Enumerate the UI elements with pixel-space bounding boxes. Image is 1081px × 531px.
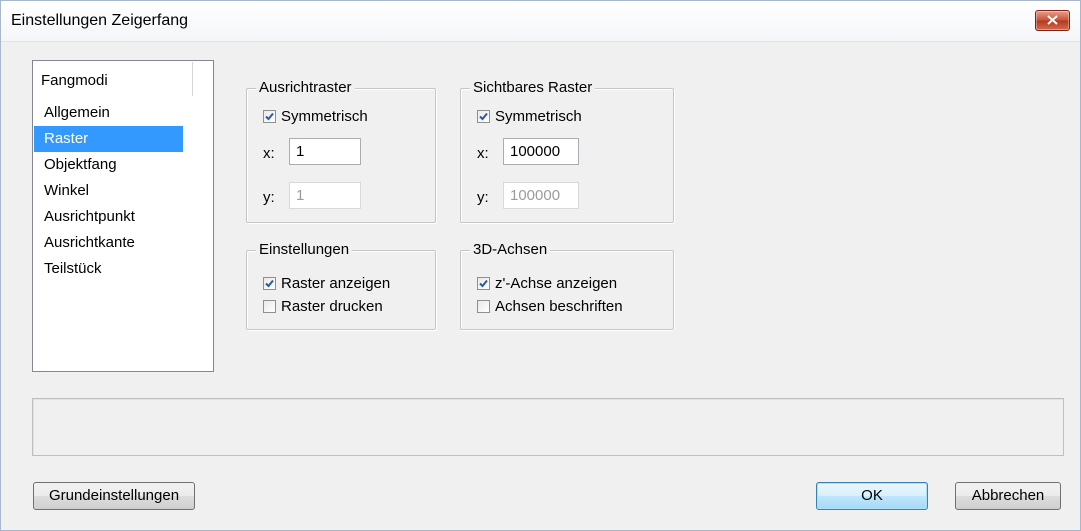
- grundeinstellungen-button[interactable]: Grundeinstellungen: [33, 482, 195, 510]
- ausrichtraster-group: Ausrichtraster Symmetrisch x: 1 y: 1: [246, 79, 436, 223]
- cancel-button[interactable]: Abbrechen: [955, 482, 1061, 510]
- ok-button[interactable]: OK: [816, 482, 928, 510]
- info-panel: [32, 398, 1064, 456]
- label-axes-label: Achsen beschriften: [495, 297, 623, 315]
- list-item-ausrichtpunkt[interactable]: Ausrichtpunkt: [34, 204, 183, 230]
- sichtbares-raster-y-label: y:: [477, 189, 489, 206]
- ausrichtraster-y-input[interactable]: 1: [289, 182, 361, 209]
- list-item-allgemein[interactable]: Allgemein: [34, 100, 183, 126]
- sichtbares-raster-group: Sichtbares Raster Symmetrisch x: 100000 …: [460, 79, 674, 223]
- sichtbares-raster-symmetric-checkbox[interactable]: [477, 109, 490, 123]
- title-bar[interactable]: Einstellungen Zeigerfang: [1, 1, 1080, 42]
- einstellungen-group: Einstellungen Raster anzeigen Raster dru…: [246, 241, 436, 330]
- sichtbares-raster-x-input[interactable]: 100000: [503, 138, 579, 165]
- sichtbares-raster-symmetric-row[interactable]: Symmetrisch: [477, 106, 582, 126]
- sichtbares-raster-legend: Sichtbares Raster: [470, 79, 596, 97]
- show-z-axis-label: z'-Achse anzeigen: [495, 274, 618, 292]
- sichtbares-raster-x-label: x:: [477, 145, 489, 162]
- ausrichtraster-x-label: x:: [263, 145, 275, 162]
- close-icon: [1047, 15, 1058, 25]
- list-items: Allgemein Raster Objektfang Winkel Ausri…: [34, 100, 212, 282]
- sichtbares-raster-y-input[interactable]: 100000: [503, 182, 579, 209]
- sichtbares-raster-symmetric-label: Symmetrisch: [495, 107, 582, 125]
- fangmodi-list[interactable]: Fangmodi Allgemein Raster Objektfang Win…: [32, 60, 214, 372]
- show-z-axis-row[interactable]: z'-Achse anzeigen: [477, 273, 617, 293]
- print-grid-label: Raster drucken: [281, 297, 383, 315]
- show-grid-row[interactable]: Raster anzeigen: [263, 273, 390, 293]
- dialog-window: Einstellungen Zeigerfang Fangmodi Allgem…: [0, 0, 1081, 531]
- list-item-winkel[interactable]: Winkel: [34, 178, 183, 204]
- print-grid-row[interactable]: Raster drucken: [263, 296, 383, 316]
- checkmark-icon: [479, 112, 488, 120]
- window-title: Einstellungen Zeigerfang: [11, 12, 189, 29]
- checkmark-icon: [265, 112, 274, 120]
- checkmark-icon: [265, 279, 274, 287]
- ausrichtraster-symmetric-checkbox[interactable]: [263, 109, 276, 123]
- achsen3d-group: 3D-Achsen z'-Achse anzeigen Achsen besch…: [460, 241, 674, 330]
- ausrichtraster-x-input[interactable]: 1: [289, 138, 361, 165]
- ausrichtraster-y-label: y:: [263, 189, 275, 206]
- print-grid-checkbox[interactable]: [263, 299, 276, 313]
- list-item-teilstueck[interactable]: Teilstück: [34, 256, 183, 282]
- ausrichtraster-symmetric-row[interactable]: Symmetrisch: [263, 106, 368, 126]
- list-item-raster[interactable]: Raster: [34, 126, 183, 152]
- show-grid-checkbox[interactable]: [263, 276, 276, 290]
- checkmark-icon: [479, 279, 488, 287]
- label-axes-row[interactable]: Achsen beschriften: [477, 296, 623, 316]
- list-item-objektfang[interactable]: Objektfang: [34, 152, 183, 178]
- show-grid-label: Raster anzeigen: [281, 274, 391, 292]
- achsen3d-legend: 3D-Achsen: [470, 241, 551, 259]
- ausrichtraster-symmetric-label: Symmetrisch: [281, 107, 368, 125]
- close-button[interactable]: [1035, 10, 1070, 31]
- ausrichtraster-legend: Ausrichtraster: [256, 79, 355, 97]
- label-axes-checkbox[interactable]: [477, 299, 490, 313]
- einstellungen-legend: Einstellungen: [256, 241, 353, 259]
- list-header[interactable]: Fangmodi: [34, 62, 193, 96]
- show-z-axis-checkbox[interactable]: [477, 276, 490, 290]
- list-item-ausrichtkante[interactable]: Ausrichtkante: [34, 230, 183, 256]
- list-header-label: Fangmodi: [41, 72, 108, 89]
